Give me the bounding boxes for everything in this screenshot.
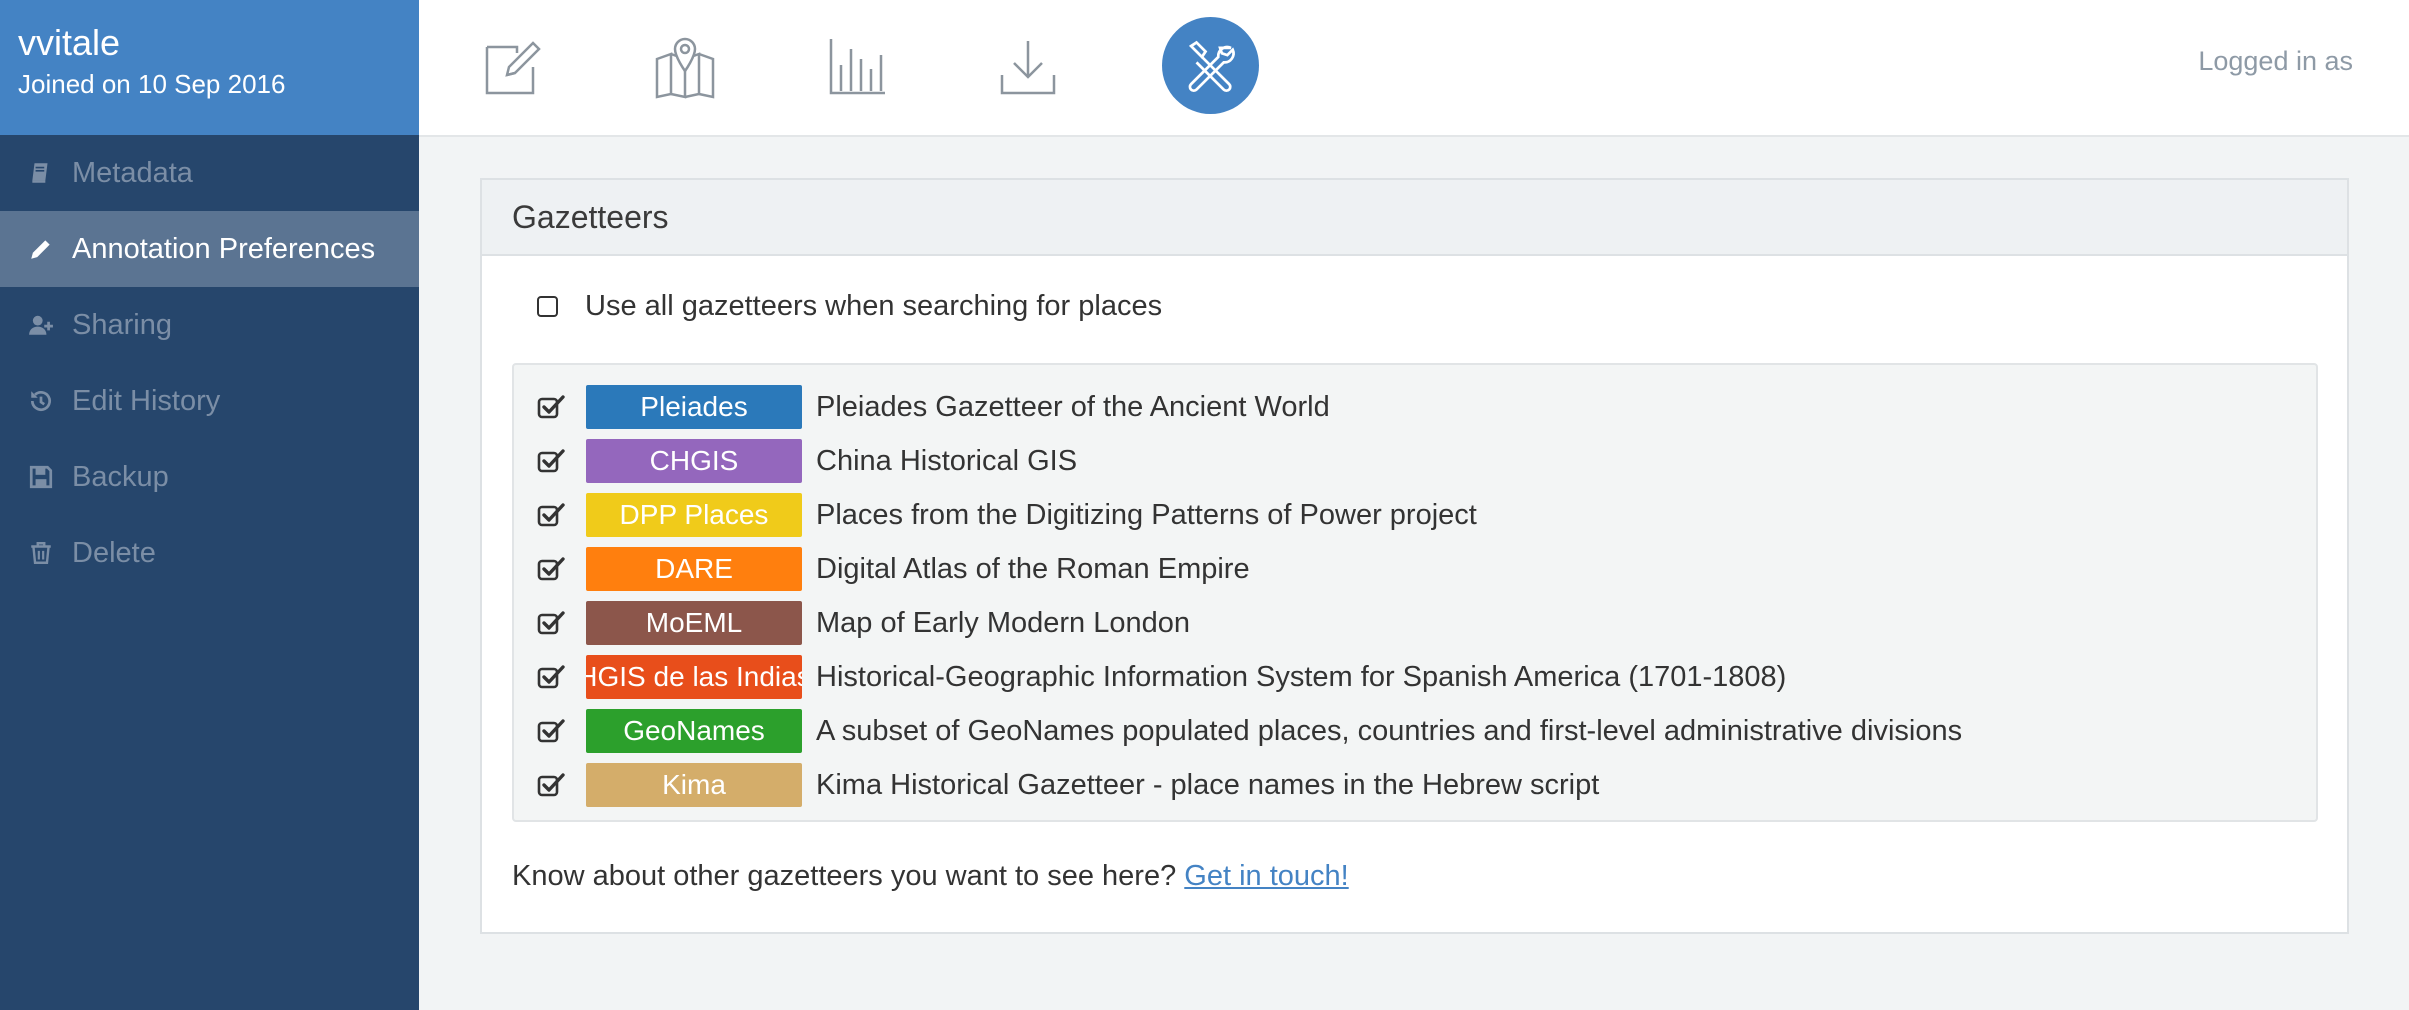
gazetteer-description: Pleiades Gazetteer of the Ancient World (816, 390, 1330, 423)
gazetteer-row: DARE Digital Atlas of the Roman Empire (514, 542, 2316, 596)
gazetteer-badge: GeoNames (586, 709, 802, 753)
gazetteer-checkbox[interactable] (536, 392, 566, 422)
use-all-checkbox[interactable] (537, 296, 558, 317)
sidebar-item-label: Edit History (72, 384, 221, 417)
trash-icon (26, 538, 56, 568)
gazetteer-badge: Pleiades (586, 385, 802, 429)
gazetteer-checkbox[interactable] (536, 770, 566, 800)
gazetteer-description: Places from the Digitizing Patterns of P… (816, 498, 1477, 531)
checked-checkbox-icon (537, 719, 565, 743)
gazetteer-description: Historical-Geographic Information System… (816, 660, 1787, 693)
joined-date: Joined on 10 Sep 2016 (18, 69, 286, 99)
pencil-icon (26, 234, 56, 264)
get-in-touch-link[interactable]: Get in touch! (1184, 860, 1348, 892)
gazetteer-row: MoEML Map of Early Modern London (514, 596, 2316, 650)
gazetteer-row: CHGIS China Historical GIS (514, 434, 2316, 488)
gazetteer-badge: HGIS de las Indias (586, 655, 802, 699)
edit-document-icon[interactable] (476, 30, 550, 104)
checked-checkbox-icon (537, 773, 565, 797)
save-icon (26, 462, 56, 492)
checked-checkbox-icon (537, 665, 565, 689)
sidebar-item-metadata[interactable]: Metadata (0, 135, 419, 211)
footer-text: Know about other gazetteers you want to … (512, 860, 1177, 892)
book-icon (26, 158, 56, 188)
use-all-gazetteers-option[interactable]: Use all gazetteers when searching for pl… (537, 290, 1162, 323)
gazetteer-description: Map of Early Modern London (816, 606, 1190, 639)
user-box: vvitale Joined on 10 Sep 2016 (0, 0, 419, 135)
map-icon[interactable] (648, 30, 722, 104)
sidebar-item-delete[interactable]: Delete (0, 515, 419, 591)
tools-icon[interactable] (1162, 17, 1259, 114)
gazetteer-description: A subset of GeoNames populated places, c… (816, 714, 1963, 747)
checked-checkbox-icon (537, 503, 565, 527)
sidebar-item-sharing[interactable]: Sharing (0, 287, 419, 363)
gazetteer-badge: CHGIS (586, 439, 802, 483)
sidebar-item-label: Backup (72, 460, 169, 493)
gazetteer-badge: MoEML (586, 601, 802, 645)
sidebar-item-label: Annotation Preferences (72, 232, 376, 265)
gazetteer-row: Pleiades Pleiades Gazetteer of the Ancien… (514, 380, 2316, 434)
download-icon[interactable] (991, 30, 1065, 104)
gazetteers-panel: Gazetteers Use all gazetteers when searc… (480, 178, 2349, 934)
gazetteer-row: Kima Kima Historical Gazetteer - place na… (514, 758, 2316, 812)
sidebar-menu: Metadata Annotation Preferences Sharing … (0, 135, 419, 591)
top-toolbar: Logged in as (419, 0, 2409, 137)
gazetteer-list: Pleiades Pleiades Gazetteer of the Ancien… (512, 363, 2318, 822)
checked-checkbox-icon (537, 449, 565, 473)
gazetteer-badge: DPP Places (586, 493, 802, 537)
add-user-icon (26, 310, 56, 340)
gazetteer-badge: Kima (586, 763, 802, 807)
panel-title: Gazetteers (482, 180, 2347, 256)
checked-checkbox-icon (537, 557, 565, 581)
checked-checkbox-icon (537, 395, 565, 419)
use-all-label: Use all gazetteers when searching for pl… (585, 290, 1163, 322)
checked-checkbox-icon (537, 611, 565, 635)
gazetteer-checkbox[interactable] (536, 500, 566, 530)
gazetteer-description: Digital Atlas of the Roman Empire (816, 552, 1250, 585)
logged-in-label: Logged in as (2198, 46, 2353, 76)
gazetteer-row: DPP Places Places from the Digitizing Pat… (514, 488, 2316, 542)
gazetteer-checkbox[interactable] (536, 716, 566, 746)
sidebar-item-edit-history[interactable]: Edit History (0, 363, 419, 439)
gazetteer-description: Kima Historical Gazetteer - place names … (816, 768, 1600, 801)
username: vvitale (18, 22, 121, 63)
gazetteer-badge: DARE (586, 547, 802, 591)
gazetteer-description: China Historical GIS (816, 444, 1078, 477)
gazetteer-checkbox[interactable] (536, 554, 566, 584)
sidebar-item-backup[interactable]: Backup (0, 439, 419, 515)
sidebar: vvitale Joined on 10 Sep 2016 Metadata A… (0, 0, 419, 1010)
footer-note: Know about other gazetteers you want to … (512, 860, 1349, 893)
sidebar-item-label: Delete (72, 536, 156, 569)
sidebar-item-label: Metadata (72, 156, 193, 189)
sidebar-item-annotation-preferences[interactable]: Annotation Preferences (0, 211, 419, 287)
gazetteer-row: HGIS de las Indias Historical-Geographic … (514, 650, 2316, 704)
history-icon (26, 386, 56, 416)
gazetteer-checkbox[interactable] (536, 446, 566, 476)
gazetteer-checkbox[interactable] (536, 608, 566, 638)
gazetteer-checkbox[interactable] (536, 662, 566, 692)
bar-chart-icon[interactable] (820, 30, 894, 104)
sidebar-item-label: Sharing (72, 308, 172, 341)
gazetteer-row: GeoNames A subset of GeoNames populated p… (514, 704, 2316, 758)
